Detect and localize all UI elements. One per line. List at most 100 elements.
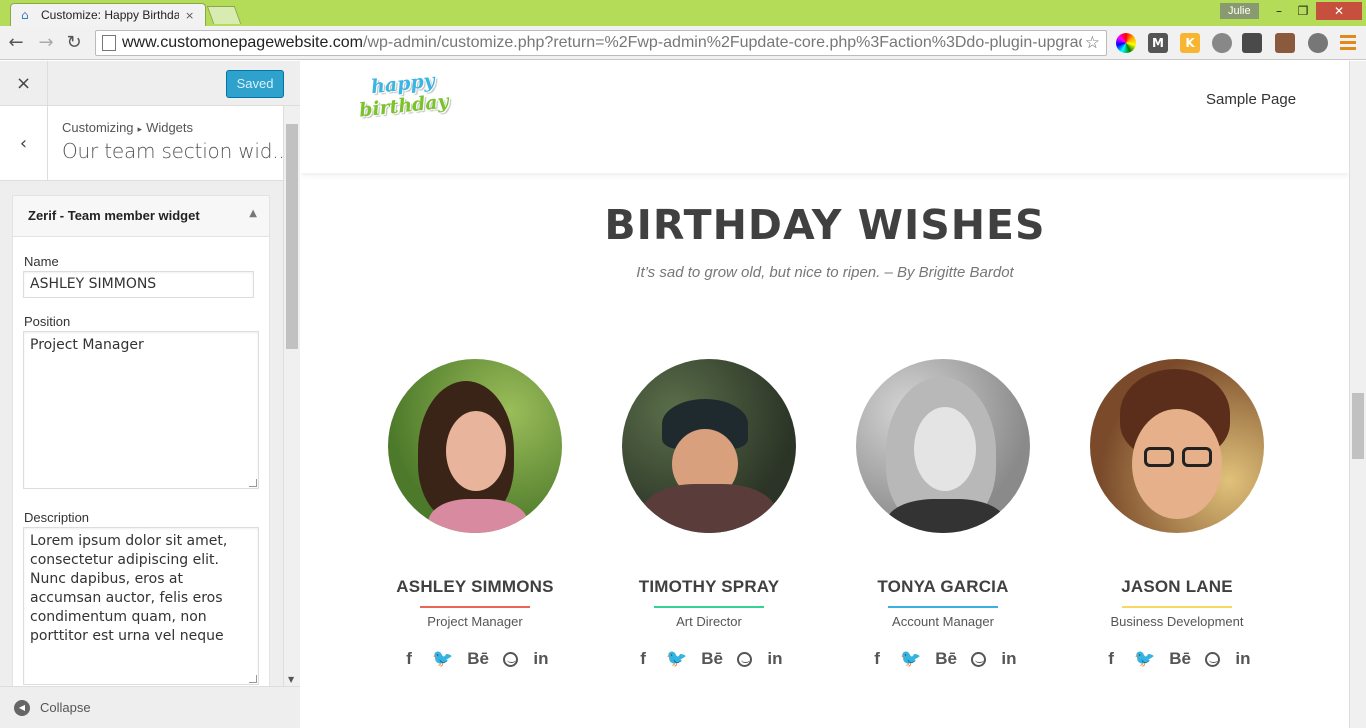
linkedin-icon[interactable]: in (1234, 649, 1252, 669)
dribbble-icon[interactable] (736, 651, 752, 667)
collapse-arrow-icon[interactable]: ◀ (14, 700, 30, 716)
member-underline (1122, 606, 1232, 608)
forward-arrow-icon[interactable]: → (34, 31, 58, 55)
url-host: www.customonepagewebsite.com (122, 34, 364, 51)
member-photo-avatar (1090, 359, 1264, 533)
member-photo-avatar (622, 359, 796, 533)
resize-grip-icon[interactable] (249, 675, 257, 683)
sidebar-scrollbar[interactable]: ▼ (283, 106, 300, 686)
team-member-card: TONYA GARCIA Account Manager f 🐦 Bē in (843, 359, 1043, 669)
linkedin-icon[interactable]: in (532, 649, 550, 669)
profile-user-badge[interactable]: Julie (1220, 3, 1259, 19)
happy-birthday-logo[interactable]: happy birthday (357, 69, 450, 129)
member-name: JASON LANE (1121, 577, 1233, 596)
member-photo-avatar (856, 359, 1030, 533)
back-arrow-icon[interactable]: ← (4, 31, 28, 55)
position-textarea[interactable]: Project Manager (23, 331, 259, 489)
page-icon (102, 35, 116, 51)
customizer-header: × Saved (0, 61, 300, 106)
facebook-icon[interactable]: f (1102, 649, 1120, 669)
tab-close-icon[interactable]: × (185, 9, 194, 22)
close-customizer-icon[interactable]: × (0, 61, 48, 106)
facebook-icon[interactable]: f (634, 649, 652, 669)
dribbble-icon[interactable] (502, 651, 518, 667)
behance-icon[interactable]: Bē (935, 649, 957, 669)
behance-icon[interactable]: Bē (701, 649, 723, 669)
sidebar-scroll-thumb[interactable] (286, 124, 298, 349)
description-value: Lorem ipsum dolor sit amet, consectetur … (30, 533, 228, 644)
window-minimize-button[interactable]: – (1268, 2, 1290, 20)
wordpress-favicon-icon: ⌂ (21, 8, 29, 22)
evernote-extension-icon[interactable] (1242, 33, 1262, 53)
behance-icon[interactable]: Bē (467, 649, 489, 669)
camera-extension-icon[interactable] (1275, 33, 1295, 53)
twitter-icon[interactable]: 🐦 (666, 649, 687, 669)
nav-sample-page[interactable]: Sample Page (1206, 91, 1296, 108)
site-preview: happy birthday Sample Page BIRTHDAY WISH… (301, 61, 1349, 728)
section-header: ‹ Customizing ▸ Widgets Our team section w… (0, 106, 291, 181)
scroll-down-arrow-icon[interactable]: ▼ (288, 675, 294, 684)
browser-menu-icon[interactable] (1338, 33, 1358, 53)
browser-toolbar: ← → ↻ www.customonepagewebsite.com/wp-ad… (0, 26, 1366, 60)
preview-scroll-thumb[interactable] (1352, 393, 1364, 459)
facebook-icon[interactable]: f (868, 649, 886, 669)
position-label: Position (24, 314, 71, 329)
team-member-card: JASON LANE Business Development f 🐦 Bē i… (1077, 359, 1277, 669)
twitter-icon[interactable]: 🐦 (900, 649, 921, 669)
linkedin-icon[interactable]: in (1000, 649, 1018, 669)
linkedin-icon[interactable]: in (766, 649, 784, 669)
tab-title: Customize: Happy Birthday (41, 8, 179, 22)
breadcrumb: Customizing ▸ Widgets (62, 120, 193, 135)
url-path: /wp-admin/customize.php?return=%2Fwp-adm… (363, 34, 1082, 51)
saved-button[interactable]: Saved (226, 70, 284, 98)
widget-toggle-arrow-icon[interactable]: ▲ (249, 208, 257, 219)
window-close-button[interactable]: ✕ (1316, 2, 1362, 20)
member-role: Art Director (676, 614, 742, 629)
member-socials: f 🐦 Bē in (843, 649, 1043, 669)
description-textarea[interactable]: Lorem ipsum dolor sit amet, consectetur … (23, 527, 259, 685)
bookmark-star-icon[interactable]: ☆ (1085, 33, 1100, 53)
member-role: Project Manager (427, 614, 523, 629)
member-role: Business Development (1110, 614, 1244, 629)
member-name: ASHLEY SIMMONS (396, 577, 554, 596)
collapse-button[interactable]: Collapse (40, 700, 91, 715)
team-member-widget: Zerif - Team member widget ▲ Name ASHLEY… (12, 195, 270, 686)
site-header: happy birthday Sample Page (301, 61, 1349, 173)
browser-titlebar: ⌂ Customize: Happy Birthday × Julie – ❐ … (0, 0, 1366, 26)
k-extension-icon[interactable]: K (1180, 33, 1200, 53)
dribbble-icon[interactable] (1204, 651, 1220, 667)
facebook-icon[interactable]: f (400, 649, 418, 669)
member-role: Account Manager (892, 614, 994, 629)
color-picker-extension-icon[interactable] (1116, 33, 1136, 53)
preview-scrollbar[interactable] (1349, 61, 1366, 728)
breadcrumb-separator-icon: ▸ (137, 124, 143, 134)
window-maximize-button[interactable]: ❐ (1292, 2, 1314, 20)
member-socials: f 🐦 Bē in (609, 649, 809, 669)
twitter-icon[interactable]: 🐦 (432, 649, 453, 669)
cat-extension-icon[interactable] (1308, 33, 1328, 53)
resize-grip-icon[interactable] (249, 479, 257, 487)
member-socials: f 🐦 Bē in (1077, 649, 1277, 669)
team-section-heading: BIRTHDAY WISHES (604, 201, 1046, 249)
widget-header[interactable]: Zerif - Team member widget ▲ (13, 196, 269, 237)
member-photo-avatar (388, 359, 562, 533)
position-value: Project Manager (30, 337, 144, 353)
twitter-icon[interactable]: 🐦 (1134, 649, 1155, 669)
breadcrumb-root: Customizing (62, 120, 134, 135)
reload-icon[interactable]: ↻ (62, 31, 86, 55)
dribbble-icon[interactable] (970, 651, 986, 667)
behance-icon[interactable]: Bē (1169, 649, 1191, 669)
new-tab-button[interactable] (206, 6, 242, 24)
url-text[interactable]: www.customonepagewebsite.com/wp-admin/cu… (122, 34, 1082, 52)
browser-tab[interactable]: ⌂ Customize: Happy Birthday × (10, 3, 206, 26)
description-label: Description (24, 510, 90, 525)
name-field[interactable]: ASHLEY SIMMONS (23, 271, 254, 298)
back-chevron-icon[interactable]: ‹ (0, 106, 48, 181)
team-member-card: ASHLEY SIMMONS Project Manager f 🐦 Bē in (375, 359, 575, 669)
m-extension-icon[interactable]: M (1148, 33, 1168, 53)
sidebar-scroll-area: Zerif - Team member widget ▲ Name ASHLEY… (0, 181, 283, 686)
member-underline (888, 606, 998, 608)
check-extension-icon[interactable] (1212, 33, 1232, 53)
team-section-subheading: It’s sad to grow old, but nice to ripen.… (636, 264, 1014, 281)
address-bar[interactable]: www.customonepagewebsite.com/wp-admin/cu… (95, 30, 1107, 56)
